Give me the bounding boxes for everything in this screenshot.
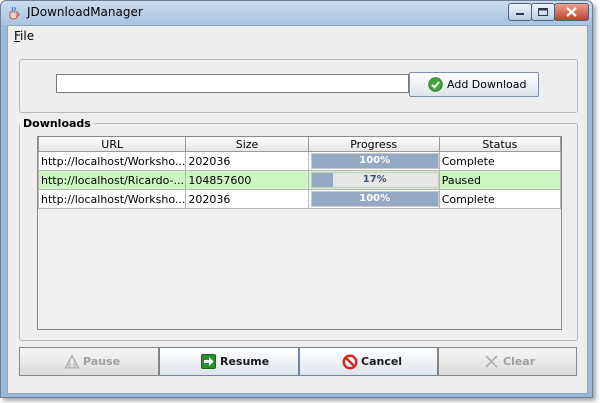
cell-progress: 17% [307, 170, 440, 190]
cell-status: Complete [438, 189, 562, 209]
add-download-label: Add Download [447, 78, 527, 91]
cell-size: 104857600 [185, 170, 309, 190]
cell-url: http://localhost/Worksho... [37, 151, 187, 171]
url-input[interactable] [56, 74, 409, 93]
action-button-bar: Pause Resume Cancel Clear [19, 347, 577, 378]
progress-text: 100% [359, 193, 391, 204]
add-download-button[interactable]: Add Download [409, 72, 539, 97]
app-window: JDownloadManager File Add Download Downl… [0, 0, 593, 398]
pause-button[interactable]: Pause [19, 347, 159, 376]
x-icon [485, 355, 498, 368]
cell-size: 202036 [185, 189, 309, 209]
downloads-title: Downloads [20, 117, 94, 130]
minimize-button[interactable] [508, 3, 532, 21]
java-cup-icon [9, 6, 20, 20]
column-header-url[interactable]: URL [37, 137, 187, 152]
downloads-table-viewport: URL Size Progress Status http://localhos… [37, 136, 562, 330]
column-header-size[interactable]: Size [185, 137, 309, 152]
column-header-progress[interactable]: Progress [307, 137, 440, 152]
cell-url: http://localhost/Ricardo-... [37, 170, 187, 190]
resume-button[interactable]: Resume [159, 347, 299, 376]
cell-status: Paused [438, 170, 562, 190]
progress-bar: 17% [310, 172, 439, 188]
clear-label: Clear [503, 355, 536, 368]
progress-text: 17% [362, 174, 387, 185]
table-header: URL Size Progress Status [37, 137, 562, 152]
progress-bar: 100% [310, 153, 439, 169]
column-header-status[interactable]: Status [438, 137, 562, 152]
title-bar[interactable]: JDownloadManager [1, 1, 592, 25]
cell-url: http://localhost/Worksho... [37, 189, 187, 209]
pause-label: Pause [83, 355, 121, 368]
window-title: JDownloadManager [27, 5, 143, 19]
menu-file-label: ile [20, 29, 35, 43]
cell-progress: 100% [307, 151, 440, 171]
cell-size: 202036 [185, 151, 309, 171]
clear-button[interactable]: Clear [438, 347, 577, 376]
close-icon [566, 7, 577, 17]
cell-status: Complete [438, 151, 562, 171]
maximize-icon [538, 8, 548, 16]
green-check-icon [428, 77, 443, 92]
warning-triangle-icon [64, 354, 80, 369]
table-row[interactable]: http://localhost/Worksho... 202036 100% … [37, 151, 562, 171]
table-row[interactable]: http://localhost/Ricardo-... 104857600 1… [37, 170, 562, 190]
client-area: File Add Download Downloads URL Size Pro… [7, 25, 588, 394]
resume-label: Resume [220, 355, 270, 368]
menu-bar: File [8, 26, 587, 47]
maximize-button[interactable] [531, 3, 555, 21]
table-row[interactable]: http://localhost/Worksho... 202036 100% … [37, 189, 562, 209]
menu-file[interactable]: File [14, 29, 34, 43]
downloads-table: URL Size Progress Status http://localhos… [37, 137, 562, 209]
cancel-button[interactable]: Cancel [299, 347, 438, 376]
cell-progress: 100% [307, 189, 440, 209]
minimize-icon [516, 13, 524, 15]
green-arrow-icon [201, 354, 216, 369]
progress-text: 100% [359, 155, 391, 166]
close-button[interactable] [554, 3, 589, 21]
progress-bar: 100% [310, 191, 439, 207]
cancel-label: Cancel [361, 355, 403, 368]
add-download-panel: Add Download [19, 59, 578, 113]
red-no-icon [342, 354, 358, 370]
